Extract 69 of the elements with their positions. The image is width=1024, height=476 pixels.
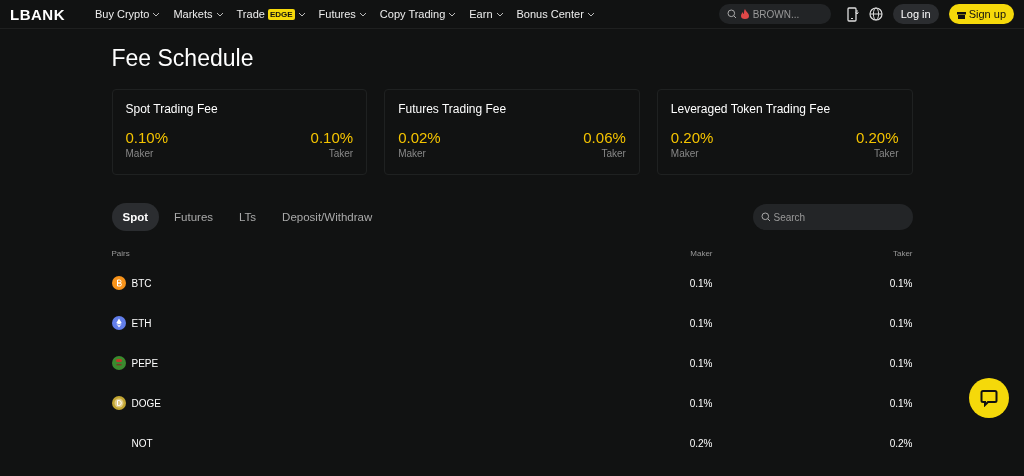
table-cell: 0.1% xyxy=(689,277,713,289)
tab[interactable]: Deposit/Withdraw xyxy=(271,203,384,231)
fee-label: Maker xyxy=(125,148,154,159)
pair-name: DOGE xyxy=(131,397,161,409)
gift-icon xyxy=(956,9,966,19)
card-title: Spot Trading Fee xyxy=(125,102,219,116)
table-cell: 0.2% xyxy=(689,437,713,449)
mobile-download-icon[interactable] xyxy=(846,6,859,22)
bitcoin-icon xyxy=(111,276,126,290)
fee-label: Taker xyxy=(328,148,354,159)
tab[interactable]: LTs xyxy=(228,203,268,231)
table-cell: 0.1% xyxy=(689,357,713,369)
nav-item[interactable]: Markets xyxy=(173,8,224,20)
search-icon xyxy=(760,212,771,222)
signup-button[interactable]: Sign up xyxy=(948,4,1014,24)
chat-icon xyxy=(980,389,998,407)
logo[interactable]: LBANK xyxy=(10,5,65,23)
nav-item[interactable]: Earn xyxy=(469,8,504,20)
taker-fee: 0.10% xyxy=(310,129,354,146)
card-title: Futures Trading Fee xyxy=(398,102,508,116)
table-cell: 0.1% xyxy=(689,397,713,409)
chat-button[interactable] xyxy=(969,378,1009,418)
table-cell: 0.1% xyxy=(689,317,713,329)
taker-fee: 0.06% xyxy=(583,129,626,146)
fee-label: Maker xyxy=(398,148,426,159)
table-cell: 0.1% xyxy=(889,317,913,329)
caret-icon xyxy=(152,11,161,17)
maker-fee: 0.20% xyxy=(670,129,714,146)
nav-item[interactable]: Copy Trading xyxy=(379,8,457,20)
maker-fee: 0.10% xyxy=(125,129,169,146)
globe-icon[interactable] xyxy=(868,7,883,21)
caret-icon xyxy=(495,11,504,17)
caret-icon xyxy=(215,11,224,17)
nav-item[interactable]: Bonus Center xyxy=(516,8,595,20)
nav-badge: EDGE xyxy=(267,8,295,20)
dogecoin-icon xyxy=(111,396,126,410)
caret-icon xyxy=(358,11,367,17)
caret-icon xyxy=(297,11,306,17)
card-title: Leveraged Token Trading Fee xyxy=(670,102,832,116)
taker-fee: 0.20% xyxy=(855,129,899,146)
column-header: Pairs xyxy=(111,249,131,260)
tab[interactable]: Spot xyxy=(111,203,160,231)
pair-name: BTC xyxy=(131,277,152,289)
maker-fee: 0.02% xyxy=(398,129,441,146)
table-cell: 0.2% xyxy=(889,437,913,449)
table-cell: 0.1% xyxy=(889,397,913,409)
fee-label: Taker xyxy=(874,148,899,159)
nav-item[interactable]: Futures xyxy=(318,8,367,20)
column-header: Maker xyxy=(689,249,713,260)
header-search-field[interactable]: BROWN... xyxy=(718,4,831,24)
search-field[interactable]: Search xyxy=(752,204,913,230)
column-header: Taker xyxy=(891,249,913,260)
pair-name: PEPE xyxy=(131,357,159,369)
tab[interactable]: Futures xyxy=(163,203,225,231)
fire-icon xyxy=(740,9,749,19)
login-button[interactable]: Log in xyxy=(892,4,939,24)
page-title: Fee Schedule xyxy=(111,45,255,72)
pair-name: NOT xyxy=(131,437,153,449)
nav-item[interactable]: Buy Crypto xyxy=(95,8,161,20)
fee-label: Maker xyxy=(670,148,699,159)
table-cell: 0.1% xyxy=(889,277,913,289)
nav-item[interactable]: Trade EDGE xyxy=(236,8,306,20)
ethereum-icon xyxy=(111,316,126,330)
table-cell: 0.1% xyxy=(889,357,913,369)
search-icon xyxy=(726,9,737,19)
caret-icon xyxy=(448,11,457,17)
caret-icon xyxy=(586,11,595,17)
fee-label: Taker xyxy=(601,148,626,159)
pair-name: ETH xyxy=(131,317,152,329)
